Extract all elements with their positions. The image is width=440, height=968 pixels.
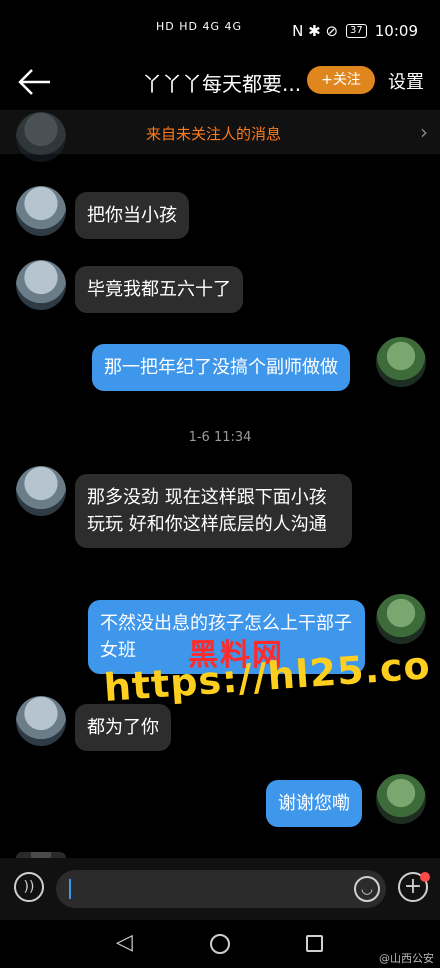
message-bubble-received[interactable]: 都为了你 <box>75 704 171 751</box>
follow-button[interactable]: +关注 <box>307 66 375 94</box>
avatar[interactable] <box>376 337 426 387</box>
text-caret <box>69 879 71 899</box>
nav-home-icon[interactable] <box>210 934 230 954</box>
avatar[interactable] <box>16 186 66 236</box>
avatar[interactable] <box>16 466 66 516</box>
settings-button[interactable]: 设置 <box>388 68 424 94</box>
banner-text: 来自未关注人的消息 <box>146 125 282 143</box>
avatar[interactable] <box>376 774 426 824</box>
nav-recent-icon[interactable] <box>306 935 323 952</box>
nav-back-icon[interactable]: ◁ <box>116 930 133 955</box>
voice-icon[interactable]: )) <box>14 872 44 902</box>
message-bubble-sent[interactable]: 那一把年纪了没搞个副师做做 <box>92 344 350 391</box>
message-bubble-received[interactable]: 毕竟我都五六十了 <box>75 266 243 313</box>
message-input-bar: )) ◡ + <box>0 858 440 920</box>
message-bubble-received[interactable]: 那多没劲 现在这样跟下面小孩玩玩 好和你这样底层的人沟通 <box>75 474 352 548</box>
chevron-right-icon: › <box>420 120 428 144</box>
status-right: N ✱ ⊘ 37 10:09 <box>292 22 418 40</box>
battery-icon: 37 <box>346 24 367 38</box>
message-bubble-received[interactable]: 把你当小孩 <box>75 192 189 239</box>
message-input[interactable]: ◡ <box>56 870 386 908</box>
avatar[interactable] <box>16 260 66 310</box>
status-bar: HD HD 4G 4G N ✱ ⊘ 37 10:09 <box>0 0 440 58</box>
status-time: 10:09 <box>374 22 418 40</box>
avatar[interactable] <box>376 594 426 644</box>
chat-title: 丫丫丫每天都要... <box>142 72 302 96</box>
network-indicators: HD HD 4G 4G <box>156 20 243 33</box>
chat-header: 丫丫丫每天都要... +关注 设置 <box>0 58 440 110</box>
notification-dot <box>420 872 430 882</box>
stranger-message-banner[interactable]: 来自未关注人的消息 › <box>0 110 440 154</box>
emoji-icon[interactable]: ◡ <box>354 876 380 902</box>
avatar[interactable] <box>16 696 66 746</box>
system-nav-bar: ◁ @山西公安 <box>0 920 440 968</box>
back-arrow-icon[interactable] <box>16 64 56 100</box>
avatar[interactable] <box>16 112 66 162</box>
status-icons: N ✱ ⊘ <box>292 22 339 40</box>
image-credit: @山西公安 <box>379 952 434 965</box>
message-bubble-sent[interactable]: 谢谢您嘞 <box>266 780 362 827</box>
message-timestamp: 1-6 11:34 <box>188 430 252 445</box>
